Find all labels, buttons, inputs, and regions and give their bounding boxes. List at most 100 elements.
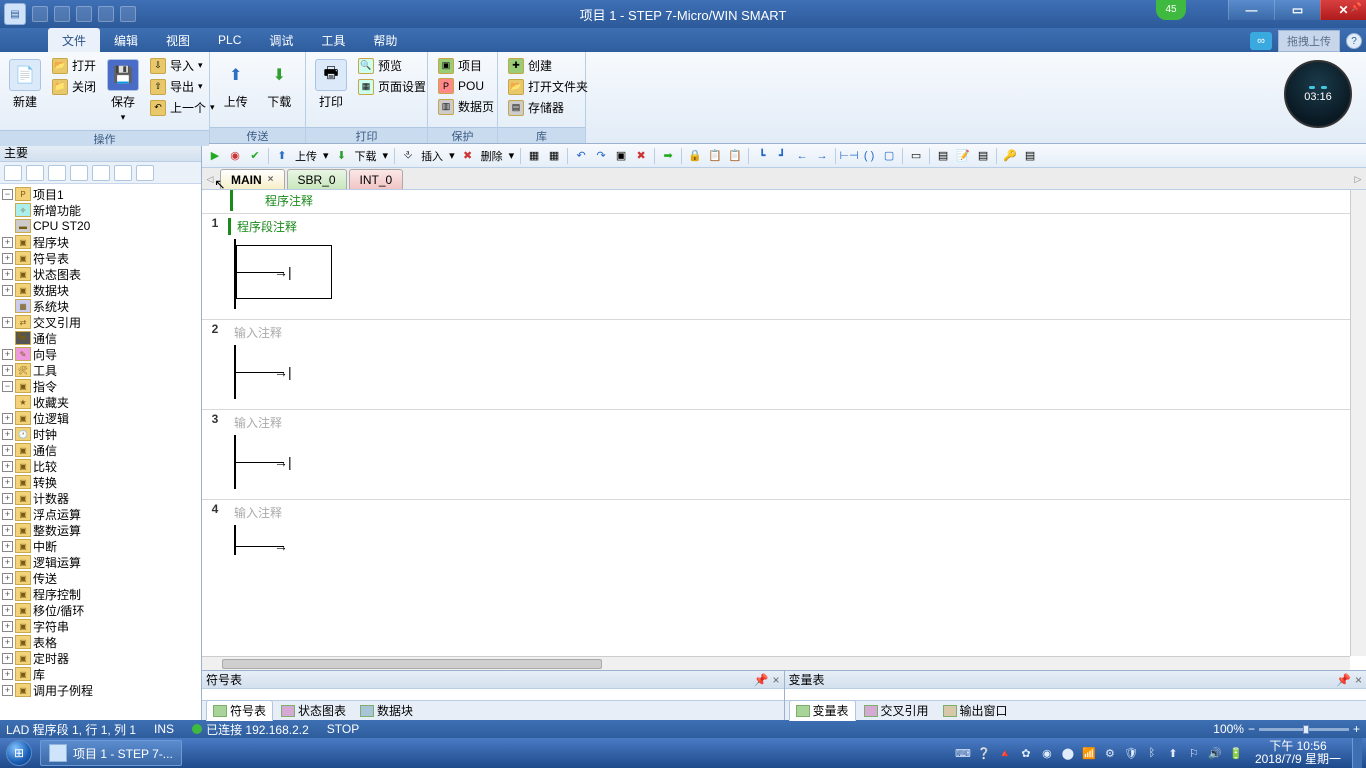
- network-comment-placeholder[interactable]: 输入注释: [228, 504, 1366, 521]
- help-icon[interactable]: ?: [1346, 33, 1362, 49]
- tab-sbr0[interactable]: SBR_0: [287, 169, 347, 189]
- tray-battery-icon[interactable]: 🔋: [1228, 745, 1244, 761]
- project-protect-button[interactable]: ▣项目: [434, 56, 498, 75]
- tool-icon[interactable]: ▦: [545, 147, 563, 165]
- storage-button[interactable]: ▤存储器: [504, 98, 592, 117]
- tray-icon[interactable]: ⬆: [1165, 745, 1181, 761]
- panel-body[interactable]: [785, 689, 1366, 700]
- menu-tools[interactable]: 工具: [307, 28, 359, 52]
- bottom-tab-variabletable[interactable]: 变量表: [789, 700, 856, 721]
- tab-scroll-left[interactable]: ◁: [204, 172, 216, 186]
- qat-open-icon[interactable]: [54, 6, 70, 22]
- tool-icon[interactable]: 📋: [706, 147, 724, 165]
- tool-icon[interactable]: ▭: [907, 147, 925, 165]
- tray-icon[interactable]: ❔: [976, 745, 992, 761]
- tool-icon[interactable]: ▤: [974, 147, 992, 165]
- download-arrow-icon[interactable]: ⬇: [333, 147, 351, 165]
- datapage-protect-button[interactable]: ▥数据页: [434, 97, 498, 116]
- tree-node-systemblock[interactable]: ▦系统块: [0, 298, 201, 314]
- tree-node-clock[interactable]: +🕐时钟: [0, 426, 201, 442]
- download-button[interactable]: ⬇下载: [260, 56, 300, 113]
- cloud-icon[interactable]: ∞: [1250, 32, 1272, 50]
- maximize-button[interactable]: ▭: [1274, 0, 1320, 20]
- taskbar-app-button[interactable]: 项目 1 - STEP 7-...: [40, 740, 182, 766]
- preview-button[interactable]: 🔍预览: [354, 56, 430, 75]
- scrollbar-thumb[interactable]: [222, 659, 602, 669]
- tree-node-counter[interactable]: +▣计数器: [0, 490, 201, 506]
- tree-node-interrupt[interactable]: +▣中断: [0, 538, 201, 554]
- bottom-tab-statuschart[interactable]: 状态图表: [275, 701, 352, 720]
- tree-node-timer[interactable]: +▣定时器: [0, 650, 201, 666]
- network-4[interactable]: 4 输入注释 →: [202, 499, 1366, 563]
- panel-close-icon[interactable]: ×: [772, 673, 779, 687]
- tray-icon[interactable]: ⚙: [1102, 745, 1118, 761]
- start-button[interactable]: ⊞: [0, 738, 38, 768]
- menu-plc[interactable]: PLC: [204, 28, 255, 52]
- network-3[interactable]: 3 输入注释 →|: [202, 409, 1366, 497]
- goto-icon[interactable]: ➡: [659, 147, 677, 165]
- tray-icon[interactable]: 🛡: [1123, 745, 1139, 761]
- horizontal-scrollbar[interactable]: [202, 656, 1350, 670]
- ladder-rung[interactable]: →|: [234, 435, 1366, 489]
- tree-tool-icon[interactable]: [4, 165, 22, 181]
- pou-protect-button[interactable]: PPOU: [434, 77, 498, 95]
- tree-node-shift[interactable]: +▣移位/循环: [0, 602, 201, 618]
- tree-node-project[interactable]: −P项目1: [0, 186, 201, 202]
- branch-icon[interactable]: ┛: [773, 147, 791, 165]
- tree-node-datablock[interactable]: +▣数据块: [0, 282, 201, 298]
- tree-tool-icon[interactable]: [114, 165, 132, 181]
- print-button[interactable]: 🖶打印: [312, 56, 350, 113]
- zoom-slider[interactable]: [1259, 728, 1349, 731]
- page-setup-button[interactable]: ▦页面设置: [354, 77, 430, 96]
- tab-int0[interactable]: INT_0: [349, 169, 404, 189]
- tree-node-subroutine[interactable]: +▣调用子例程: [0, 682, 201, 698]
- tree-tool-icon[interactable]: [136, 165, 154, 181]
- tree-node-programblock[interactable]: +▣程序块: [0, 234, 201, 250]
- drag-upload-label[interactable]: 拖拽上传: [1278, 30, 1340, 52]
- tree-tool-icon[interactable]: [70, 165, 88, 181]
- insert-text[interactable]: 插入: [419, 148, 445, 164]
- download-text[interactable]: 下载: [353, 148, 379, 164]
- menu-view[interactable]: 视图: [152, 28, 204, 52]
- create-lib-button[interactable]: ✚创建: [504, 56, 592, 75]
- bottom-tab-datablock[interactable]: 数据块: [354, 701, 419, 720]
- tree-node-library[interactable]: +▣库: [0, 666, 201, 682]
- redo-icon[interactable]: ↷: [592, 147, 610, 165]
- bottom-tab-symboltable[interactable]: 符号表: [206, 700, 273, 721]
- vertical-scrollbar[interactable]: [1350, 190, 1366, 656]
- tab-main[interactable]: MAIN×: [220, 169, 285, 189]
- tool-icon[interactable]: ▤: [934, 147, 952, 165]
- tree-node-move[interactable]: +▣传送: [0, 570, 201, 586]
- pin-icon[interactable]: 📌: [1351, 2, 1362, 13]
- tree-tool-icon[interactable]: [26, 165, 44, 181]
- tree-tool-icon[interactable]: [48, 165, 66, 181]
- tool-icon[interactable]: ▣: [612, 147, 630, 165]
- tray-icon[interactable]: ◉: [1039, 745, 1055, 761]
- menu-debug[interactable]: 调试: [255, 28, 307, 52]
- show-desktop-button[interactable]: [1352, 738, 1362, 768]
- tree-node-symboltable[interactable]: +▣符号表: [0, 250, 201, 266]
- menu-edit[interactable]: 编辑: [100, 28, 152, 52]
- tree-node-convert[interactable]: +▣转换: [0, 474, 201, 490]
- app-icon[interactable]: ▤: [4, 3, 26, 25]
- tree-node-bitlogic[interactable]: +▣位逻辑: [0, 410, 201, 426]
- ladder-rung[interactable]: →: [234, 525, 1366, 555]
- tray-network-icon[interactable]: 📶: [1081, 745, 1097, 761]
- qat-save-icon[interactable]: [76, 6, 92, 22]
- tray-bluetooth-icon[interactable]: ᛒ: [1144, 745, 1160, 761]
- qat-print-icon[interactable]: [98, 6, 114, 22]
- tree-node-comm2[interactable]: +▣通信: [0, 442, 201, 458]
- save-button[interactable]: 💾保存▾: [104, 56, 142, 126]
- dropdown-icon[interactable]: ▾: [381, 149, 391, 162]
- tree-node-favorites[interactable]: ★收藏夹: [0, 394, 201, 410]
- tool-icon[interactable]: ▦: [525, 147, 543, 165]
- clock-widget[interactable]: 03:16: [1284, 60, 1352, 128]
- tree-node-newfeature[interactable]: ✧新增功能: [0, 202, 201, 218]
- export-button[interactable]: ⇧导出▾: [146, 77, 219, 96]
- open-folder-button[interactable]: 📂打开文件夹: [504, 77, 592, 96]
- minimize-button[interactable]: —: [1228, 0, 1274, 20]
- tool-icon[interactable]: ✖: [632, 147, 650, 165]
- import-button[interactable]: ⇩导入▾: [146, 56, 219, 75]
- ladder-rung[interactable]: →|: [234, 345, 1366, 399]
- bottom-tab-crossref[interactable]: 交叉引用: [858, 701, 935, 720]
